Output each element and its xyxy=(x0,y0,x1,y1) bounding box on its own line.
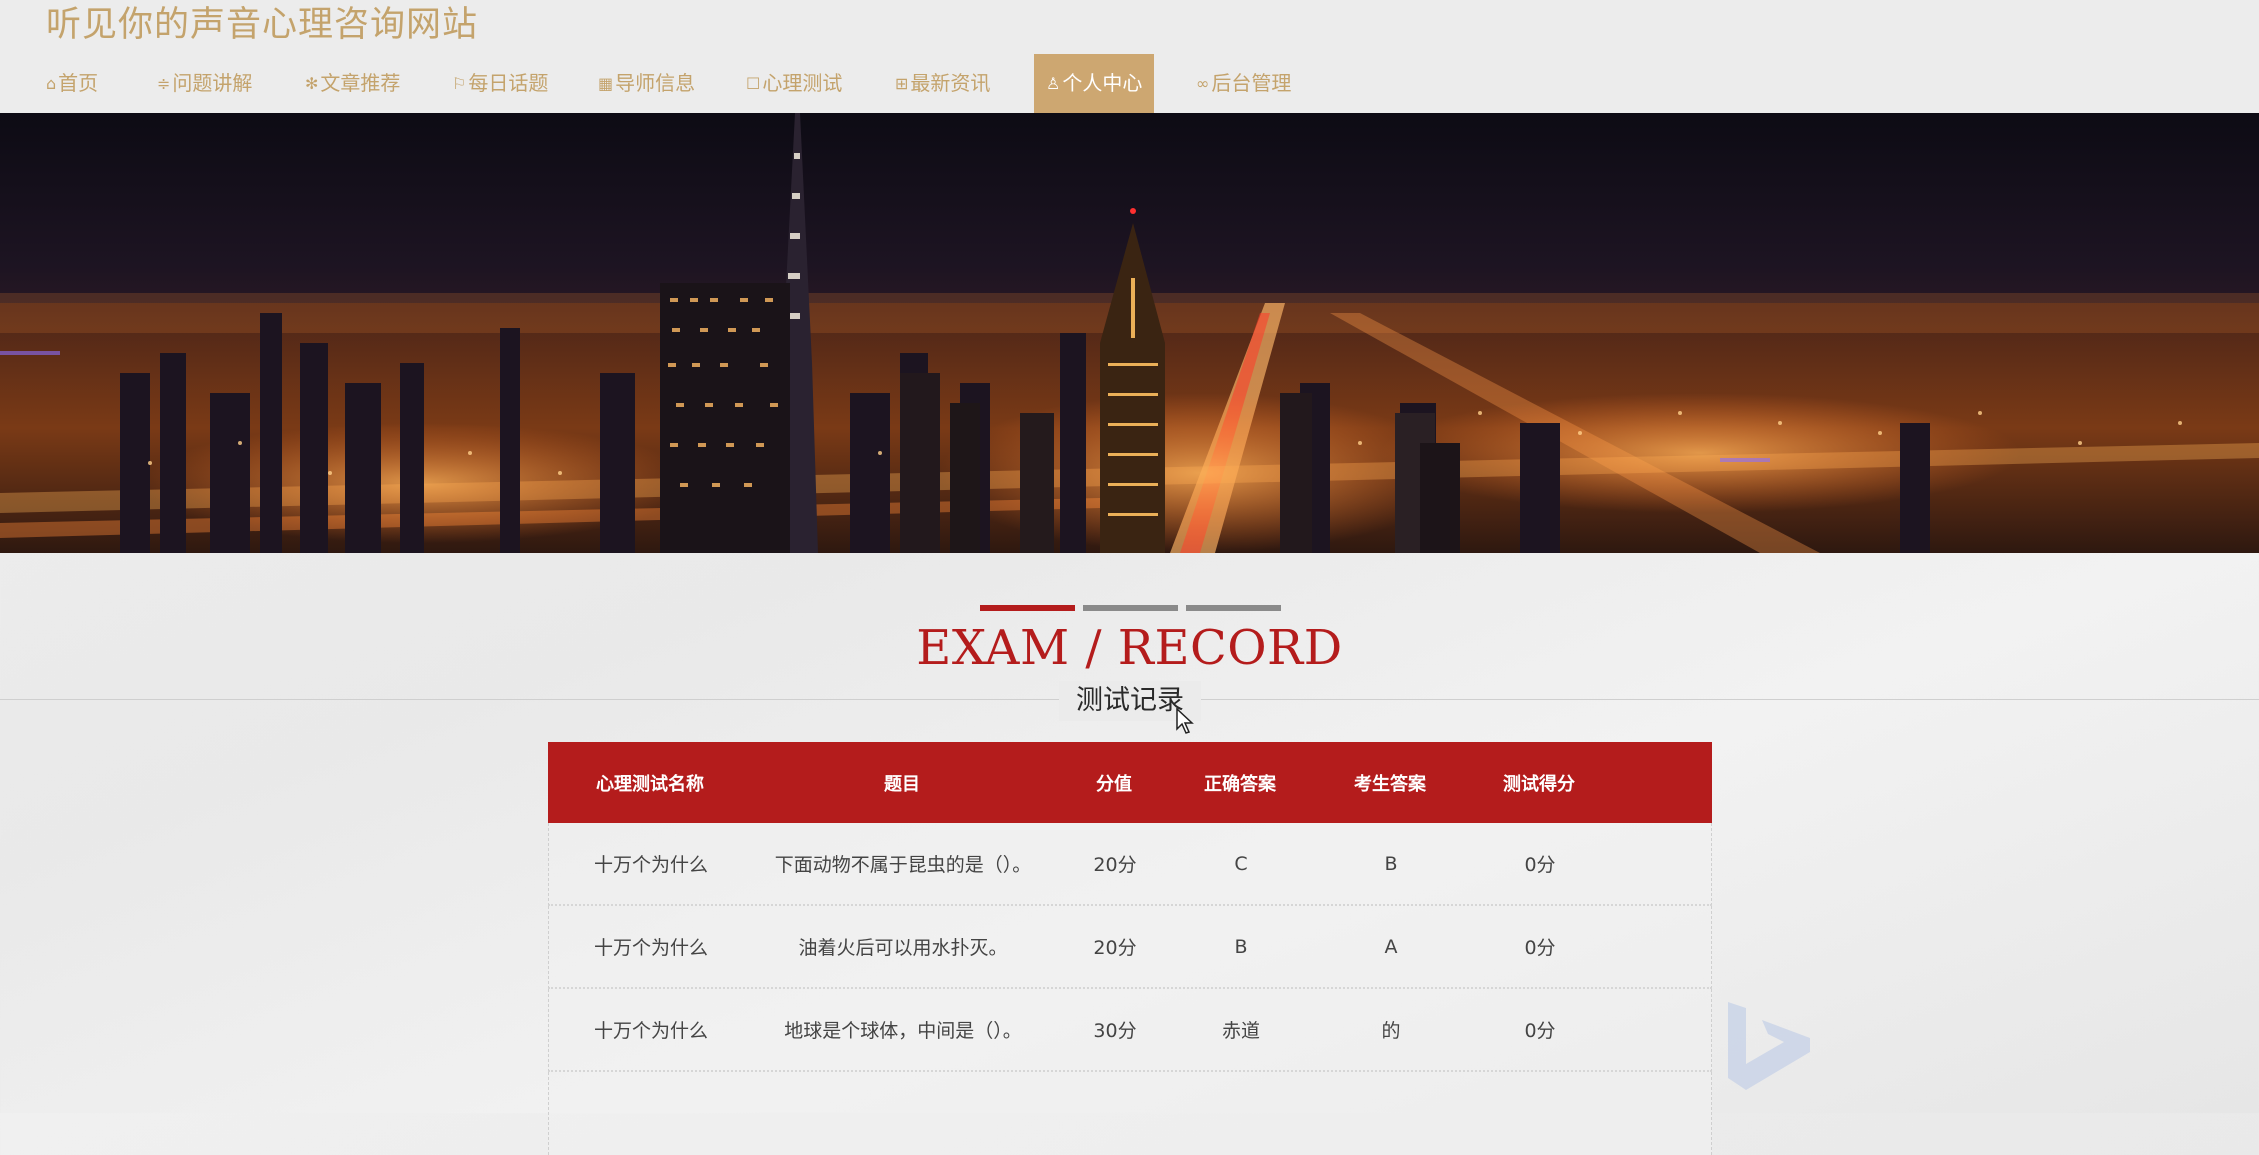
cell-question: 油着火后可以用水扑灭。 xyxy=(798,937,1008,959)
cell-correct-answer: 赤道 xyxy=(1221,1020,1260,1042)
nav-item-label: 问题讲解 xyxy=(172,71,253,95)
link-icon: ∞ xyxy=(1196,74,1210,93)
nav-item-label: 后台管理 xyxy=(1211,71,1292,95)
table-header-correct-answer: 正确答案 xyxy=(1204,773,1276,795)
section-title: EXAM / RECORD xyxy=(916,620,1343,676)
table-row[interactable]: 十万个为什么 下面动物不属于昆虫的是（）。 20分 C B 0分 xyxy=(548,823,1712,906)
table-header-test-name: 心理测试名称 xyxy=(596,773,704,795)
nav-item-admin[interactable]: ∞ 后台管理 xyxy=(1196,54,1291,113)
form-icon: ☐ xyxy=(746,74,761,93)
cell-user-answer: B xyxy=(1384,852,1398,875)
nav-item-questions[interactable]: ≑ 问题讲解 xyxy=(157,54,252,113)
nav-item-label: 个人中心 xyxy=(1062,71,1143,95)
nav-item-label: 最新资讯 xyxy=(910,71,991,95)
section-tab-indicator-1[interactable] xyxy=(980,605,1075,611)
nav-item-daily-topic[interactable]: ⚐ 每日话题 xyxy=(452,54,548,113)
nav-item-mentors[interactable]: ▦ 导师信息 xyxy=(598,54,695,113)
gift-icon: ⊞ xyxy=(895,74,909,93)
cell-points: 20分 xyxy=(1093,854,1137,876)
table-row[interactable]: 十万个为什么 地球是个球体，中间是（）。 30分 赤道 的 0分 xyxy=(548,989,1712,1072)
nav-item-psych-test[interactable]: ☐ 心理测试 xyxy=(746,54,842,113)
nav-item-label: 每日话题 xyxy=(468,71,549,95)
cell-test-name: 十万个为什么 xyxy=(593,854,708,876)
nav-item-label: 心理测试 xyxy=(762,71,843,95)
flag-icon: ⚐ xyxy=(452,74,467,93)
cell-score: 0分 xyxy=(1524,937,1556,959)
cell-user-answer: 的 xyxy=(1381,1020,1401,1042)
cell-score: 0分 xyxy=(1524,1020,1556,1042)
cell-correct-answer: B xyxy=(1234,935,1248,958)
nav-item-news[interactable]: ⊞ 最新资讯 xyxy=(895,54,990,113)
cell-user-answer: A xyxy=(1384,935,1398,958)
hero-banner-city-night-image xyxy=(0,113,2259,553)
sliders-icon: ≑ xyxy=(157,74,171,93)
cell-points: 30分 xyxy=(1093,1020,1137,1042)
nav-item-label: 首页 xyxy=(58,71,99,95)
exam-record-table: 心理测试名称 题目 分值 正确答案 考生答案 测试得分 十万个为什么 下面动物不… xyxy=(548,742,1712,1155)
nav-item-home[interactable]: ⌂ 首页 xyxy=(46,54,98,113)
table-row[interactable]: 十万个为什么 油着火后可以用水扑灭。 20分 B A 0分 xyxy=(548,906,1712,989)
table-header-row: 心理测试名称 题目 分值 正确答案 考生答案 测试得分 xyxy=(548,742,1712,823)
home-icon: ⌂ xyxy=(46,74,57,93)
site-title[interactable]: 听见你的声音心理咨询网站 xyxy=(46,0,478,47)
table-row-partial[interactable] xyxy=(548,1072,1712,1155)
table-header-points: 分值 xyxy=(1096,773,1132,795)
table-header-question: 题目 xyxy=(884,773,920,795)
table-header-score: 测试得分 xyxy=(1503,773,1575,795)
nav-item-label: 文章推荐 xyxy=(320,71,401,95)
table-header-user-answer: 考生答案 xyxy=(1354,773,1426,795)
snowflake-icon: ✻ xyxy=(305,74,319,93)
cell-question: 下面动物不属于昆虫的是（）。 xyxy=(774,854,1032,876)
cell-correct-answer: C xyxy=(1234,852,1248,875)
site-header: 听见你的声音心理咨询网站 ⌂ 首页 ≑ 问题讲解 ✻ 文章推荐 ⚐ 每日话题 ▦ 导师信息… xyxy=(0,0,2259,113)
section-tab-indicator-2[interactable] xyxy=(1083,605,1178,611)
cell-question: 地球是个球体，中间是（）。 xyxy=(784,1020,1022,1042)
grid-icon: ▦ xyxy=(598,74,614,93)
nav-item-articles[interactable]: ✻ 文章推荐 xyxy=(305,54,400,113)
user-icon: ♙ xyxy=(1046,74,1061,93)
cell-score: 0分 xyxy=(1524,854,1556,876)
corner-watermark-logo-icon xyxy=(1728,1002,1810,1090)
cell-test-name: 十万个为什么 xyxy=(593,937,708,959)
section-tab-indicator-3[interactable] xyxy=(1186,605,1281,611)
main-nav: ⌂ 首页 ≑ 问题讲解 ✻ 文章推荐 ⚐ 每日话题 ▦ 导师信息 ☐ 心理测试 ⊞ 最新资讯 … xyxy=(0,54,2259,113)
nav-item-label: 导师信息 xyxy=(615,71,696,95)
mouse-cursor-icon xyxy=(1176,708,1194,734)
cell-points: 20分 xyxy=(1093,937,1137,959)
cell-test-name: 十万个为什么 xyxy=(593,1020,708,1042)
nav-item-personal-center[interactable]: ♙ 个人中心 xyxy=(1034,54,1155,113)
